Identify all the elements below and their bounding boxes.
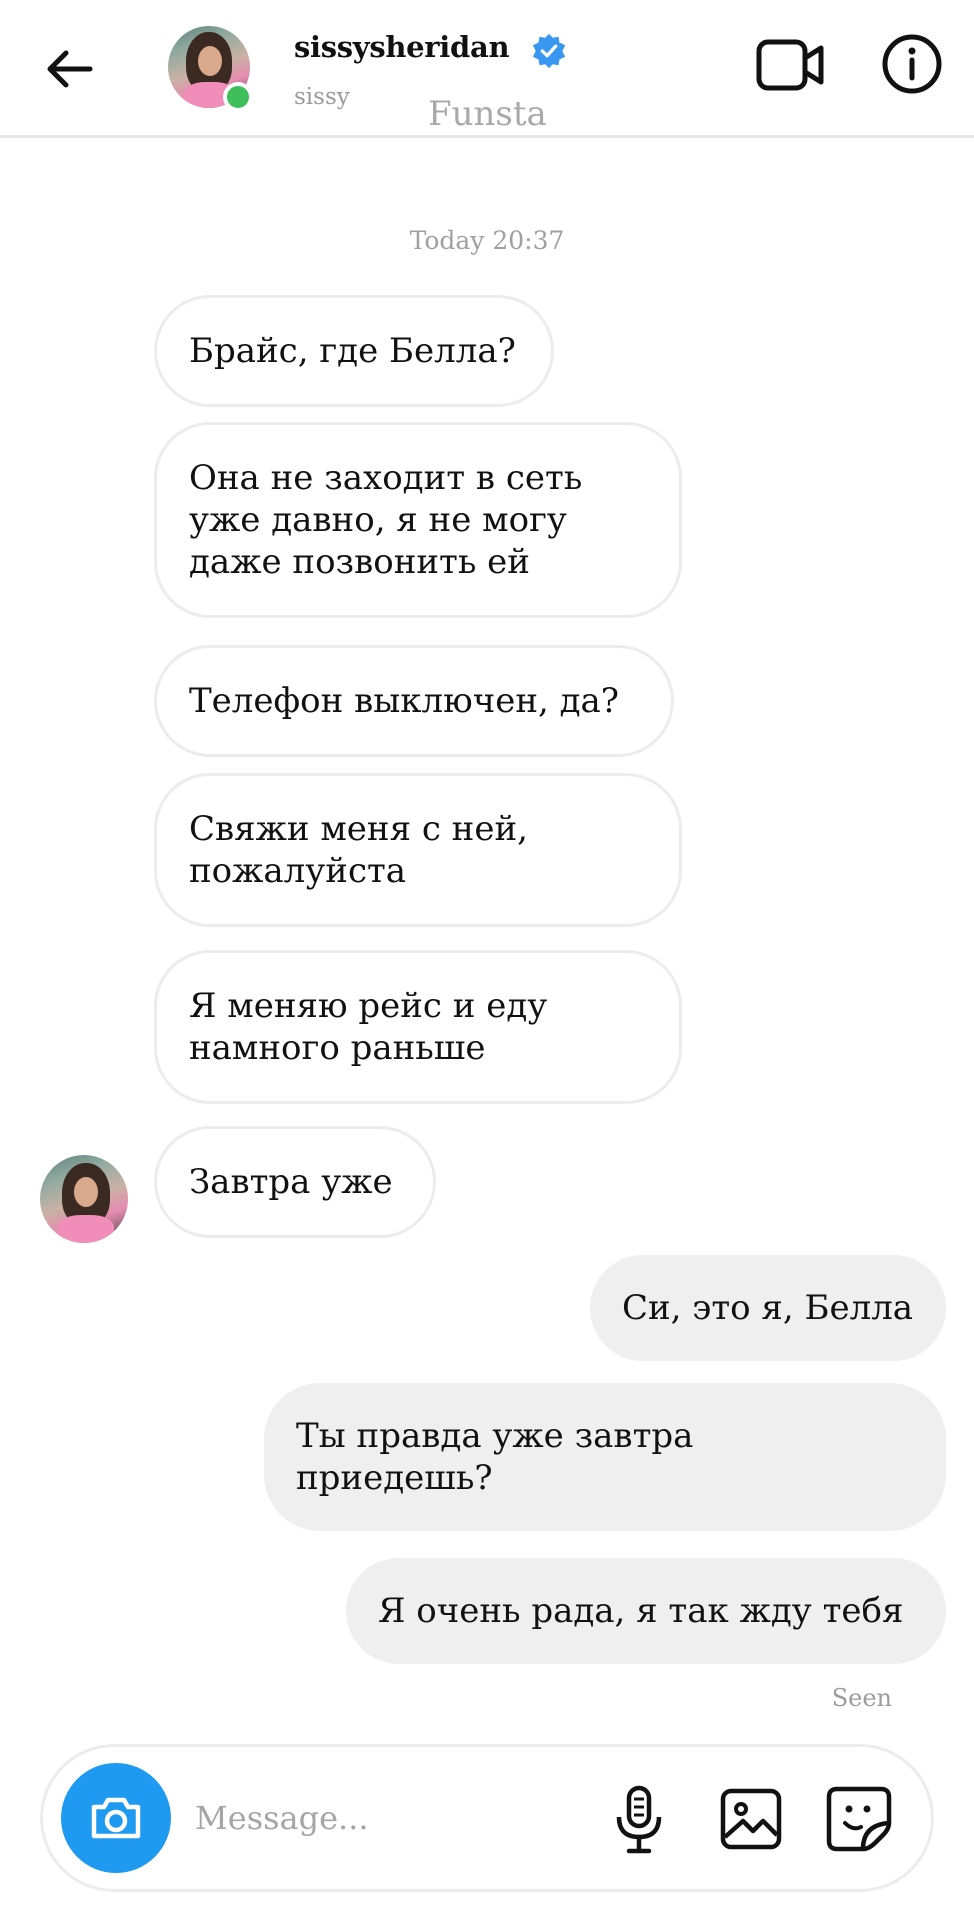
chat-timestamp: Today 20:37 <box>409 226 565 255</box>
gallery-icon <box>720 1788 782 1850</box>
chat-header: sissysheridan sissy Funsta <box>0 0 974 138</box>
outgoing-message[interactable]: Ты правда уже завтра приедешь? <box>264 1383 946 1531</box>
incoming-message[interactable]: Я меняю рейс и еду намного раньше <box>154 950 682 1104</box>
message-composer <box>40 1744 934 1892</box>
camera-icon <box>91 1797 141 1839</box>
sticker-icon <box>826 1786 892 1852</box>
microphone-icon <box>616 1785 662 1854</box>
camera-button[interactable] <box>61 1763 171 1873</box>
sender-avatar[interactable] <box>40 1155 128 1243</box>
funsta-overlay-text: Funsta <box>428 94 547 134</box>
message-input[interactable] <box>195 1793 575 1843</box>
profile-avatar[interactable] <box>168 26 254 112</box>
profile-username[interactable]: sissysheridan <box>294 30 510 64</box>
incoming-message[interactable]: Телефон выключен, да? <box>154 645 674 757</box>
info-button[interactable] <box>880 32 944 96</box>
incoming-message[interactable]: Завтра уже <box>154 1126 436 1238</box>
video-call-icon <box>756 39 824 91</box>
online-status-indicator <box>223 82 253 112</box>
incoming-message[interactable]: Брайс, где Белла? <box>154 295 554 407</box>
video-call-button[interactable] <box>756 36 824 94</box>
verified-badge-icon <box>532 33 566 69</box>
profile-subname: sissy <box>294 84 350 110</box>
microphone-button[interactable] <box>609 1785 669 1855</box>
seen-status: Seen <box>831 1684 892 1712</box>
back-button[interactable] <box>36 36 102 102</box>
incoming-message[interactable]: Она не заходит в сеть уже давно, я не мо… <box>154 422 682 618</box>
arrow-left-icon <box>47 50 93 88</box>
outgoing-message[interactable]: Си, это я, Белла <box>590 1255 946 1361</box>
incoming-message[interactable]: Свяжи меня с ней, пожалуйста <box>154 773 682 927</box>
outgoing-message[interactable]: Я очень рада, я так жду тебя <box>346 1558 946 1664</box>
gallery-button[interactable] <box>719 1787 783 1851</box>
info-icon <box>882 34 942 94</box>
sticker-button[interactable] <box>825 1785 893 1853</box>
